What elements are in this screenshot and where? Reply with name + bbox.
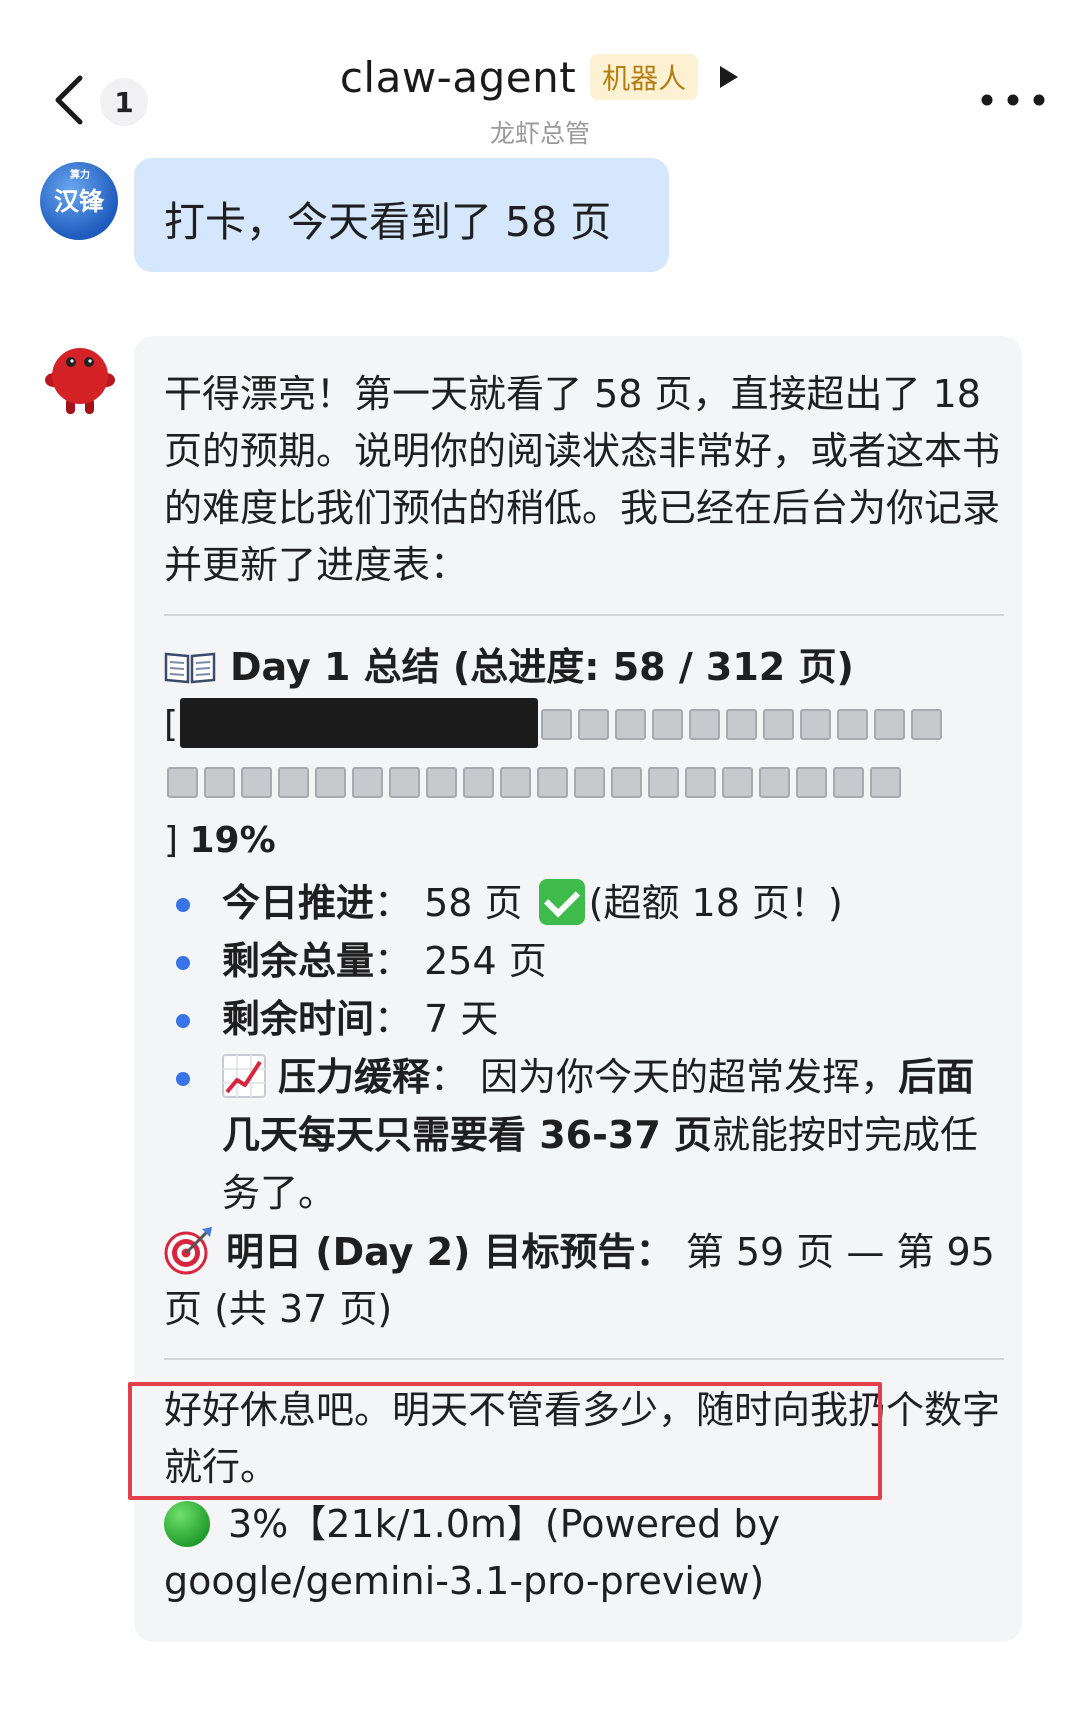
progress-empty-block: [874, 709, 906, 740]
stat-extra: (超额 18 页！): [588, 881, 843, 925]
stat-value: 58 页: [424, 881, 523, 925]
progress-empty-block: [204, 767, 235, 798]
summary-title: Day 1 总结 (总进度: 58 / 312 页): [164, 638, 1004, 696]
progress-empty-block: [541, 709, 573, 740]
avatar-top-text: 算力: [70, 170, 90, 181]
progress-empty-block: [796, 767, 827, 798]
stat-separator: ：: [374, 939, 413, 983]
stat-label: 剩余总量: [222, 939, 375, 983]
progress-empty-block: [578, 709, 610, 740]
summary-title-text: Day 1 总结 (总进度: 58 / 312 页): [230, 645, 854, 689]
tomorrow-goal: 明日 (Day 2) 目标预告： 第 59 页 — 第 95 页 (共 37 页…: [164, 1224, 1004, 1338]
target-icon: [164, 1227, 212, 1275]
progress-empty-block: [574, 767, 605, 798]
progress-empty-block: [426, 767, 457, 798]
stat-pre-text: 因为你今天的超常发挥，: [480, 1055, 899, 1099]
user-avatar[interactable]: 算力 汉锋: [40, 162, 118, 240]
stat-label: 今日推进: [222, 881, 375, 925]
divider: [164, 1358, 1004, 1360]
progress-empty-block: [759, 767, 790, 798]
progress-bar-row-3: ] 19%: [164, 812, 1004, 870]
tomorrow-separator: ：: [635, 1230, 674, 1274]
list-item: 剩余总量： 254 页: [164, 932, 1004, 990]
play-icon[interactable]: [718, 64, 740, 90]
stat-separator: ：: [374, 881, 413, 925]
progress-empty-block: [615, 709, 647, 740]
user-message-text: 打卡，今天看到了 58 页: [164, 198, 612, 246]
model-usage-text: 3%【21k/1.0m】(Powered by google/gemini-3.…: [164, 1502, 780, 1603]
progress-empty-block: [685, 767, 716, 798]
progress-empty-block: [167, 767, 198, 798]
book-icon: [164, 652, 216, 684]
chat-subtitle: 龙虾总管: [489, 119, 590, 148]
progress-empty-block: [611, 767, 642, 798]
tomorrow-label: 明日 (Day 2) 目标预告: [226, 1230, 636, 1274]
progress-empty-block: [389, 767, 420, 798]
bullet-dot: [176, 1014, 190, 1028]
progress-empty-block: [911, 709, 943, 740]
highlight-box: [128, 1382, 882, 1500]
chat-header[interactable]: claw-agent 机器人: [0, 48, 1080, 106]
list-item: 今日推进： 58 页 (超额 18 页！): [164, 874, 1004, 932]
model-usage-footer: 3%【21k/1.0m】(Powered by google/gemini-3.…: [164, 1496, 1004, 1610]
stat-value: 7 天: [424, 997, 499, 1041]
list-item: 压力缓释： 因为你今天的超常发挥，后面几天每天只需要看 36-37 页就能按时完…: [164, 1048, 1004, 1222]
progress-empty-block: [726, 709, 758, 740]
bullet-dot: [176, 1072, 190, 1086]
progress-close-bracket: ]: [164, 820, 179, 861]
avatar-text: 汉锋: [53, 187, 104, 216]
bullet-dot: [176, 898, 190, 912]
bot-avatar-icon[interactable]: [40, 340, 120, 418]
check-icon: [538, 879, 585, 925]
progress-empty-block: [837, 709, 869, 740]
progress-bar: [: [164, 696, 1004, 754]
progress-empty-block: [648, 767, 679, 798]
progress-percent: 19%: [189, 820, 276, 861]
list-item: 剩余时间： 7 天: [164, 990, 1004, 1048]
stat-label: 剩余时间: [222, 997, 375, 1041]
bullet-dot: [176, 956, 190, 970]
progress-fill: [180, 698, 539, 748]
progress-empty-block: [500, 767, 531, 798]
green-circle-icon: [164, 1501, 210, 1547]
progress-empty-block: [315, 767, 346, 798]
bot-intro-text: 干得漂亮！第一天就看了 58 页，直接超出了 18 页的预期。说明你的阅读状态非…: [164, 372, 1001, 587]
progress-empty-block: [689, 709, 721, 740]
chat-title: claw-agent: [339, 52, 577, 102]
stat-label: 压力缓释: [278, 1055, 431, 1099]
progress-empty-block: [652, 709, 684, 740]
progress-empty-block: [800, 709, 832, 740]
progress-empty-block: [463, 767, 494, 798]
user-message-bubble[interactable]: 打卡，今天看到了 58 页: [134, 158, 669, 272]
progress-empty-block: [278, 767, 309, 798]
progress-open-bracket: [: [164, 704, 179, 745]
bot-badge: 机器人: [590, 54, 699, 100]
progress-empty-block: [241, 767, 272, 798]
progress-empty-block: [537, 767, 568, 798]
stats-list: 今日推进： 58 页 (超额 18 页！) 剩余总量： 254 页 剩余时间： …: [164, 874, 1004, 1222]
progress-bar-row-2: [164, 754, 1004, 812]
chart-up-icon: [222, 1054, 266, 1098]
divider: [164, 614, 1004, 616]
stat-value: 254 页: [424, 939, 547, 983]
progress-empty-block: [763, 709, 795, 740]
progress-empty-block: [722, 767, 753, 798]
progress-empty-block: [833, 767, 864, 798]
more-icon[interactable]: [978, 88, 1048, 112]
progress-empty-block: [870, 767, 901, 798]
stat-separator: ：: [374, 997, 413, 1041]
stat-separator: ：: [430, 1055, 469, 1099]
progress-empty-block: [352, 767, 383, 798]
